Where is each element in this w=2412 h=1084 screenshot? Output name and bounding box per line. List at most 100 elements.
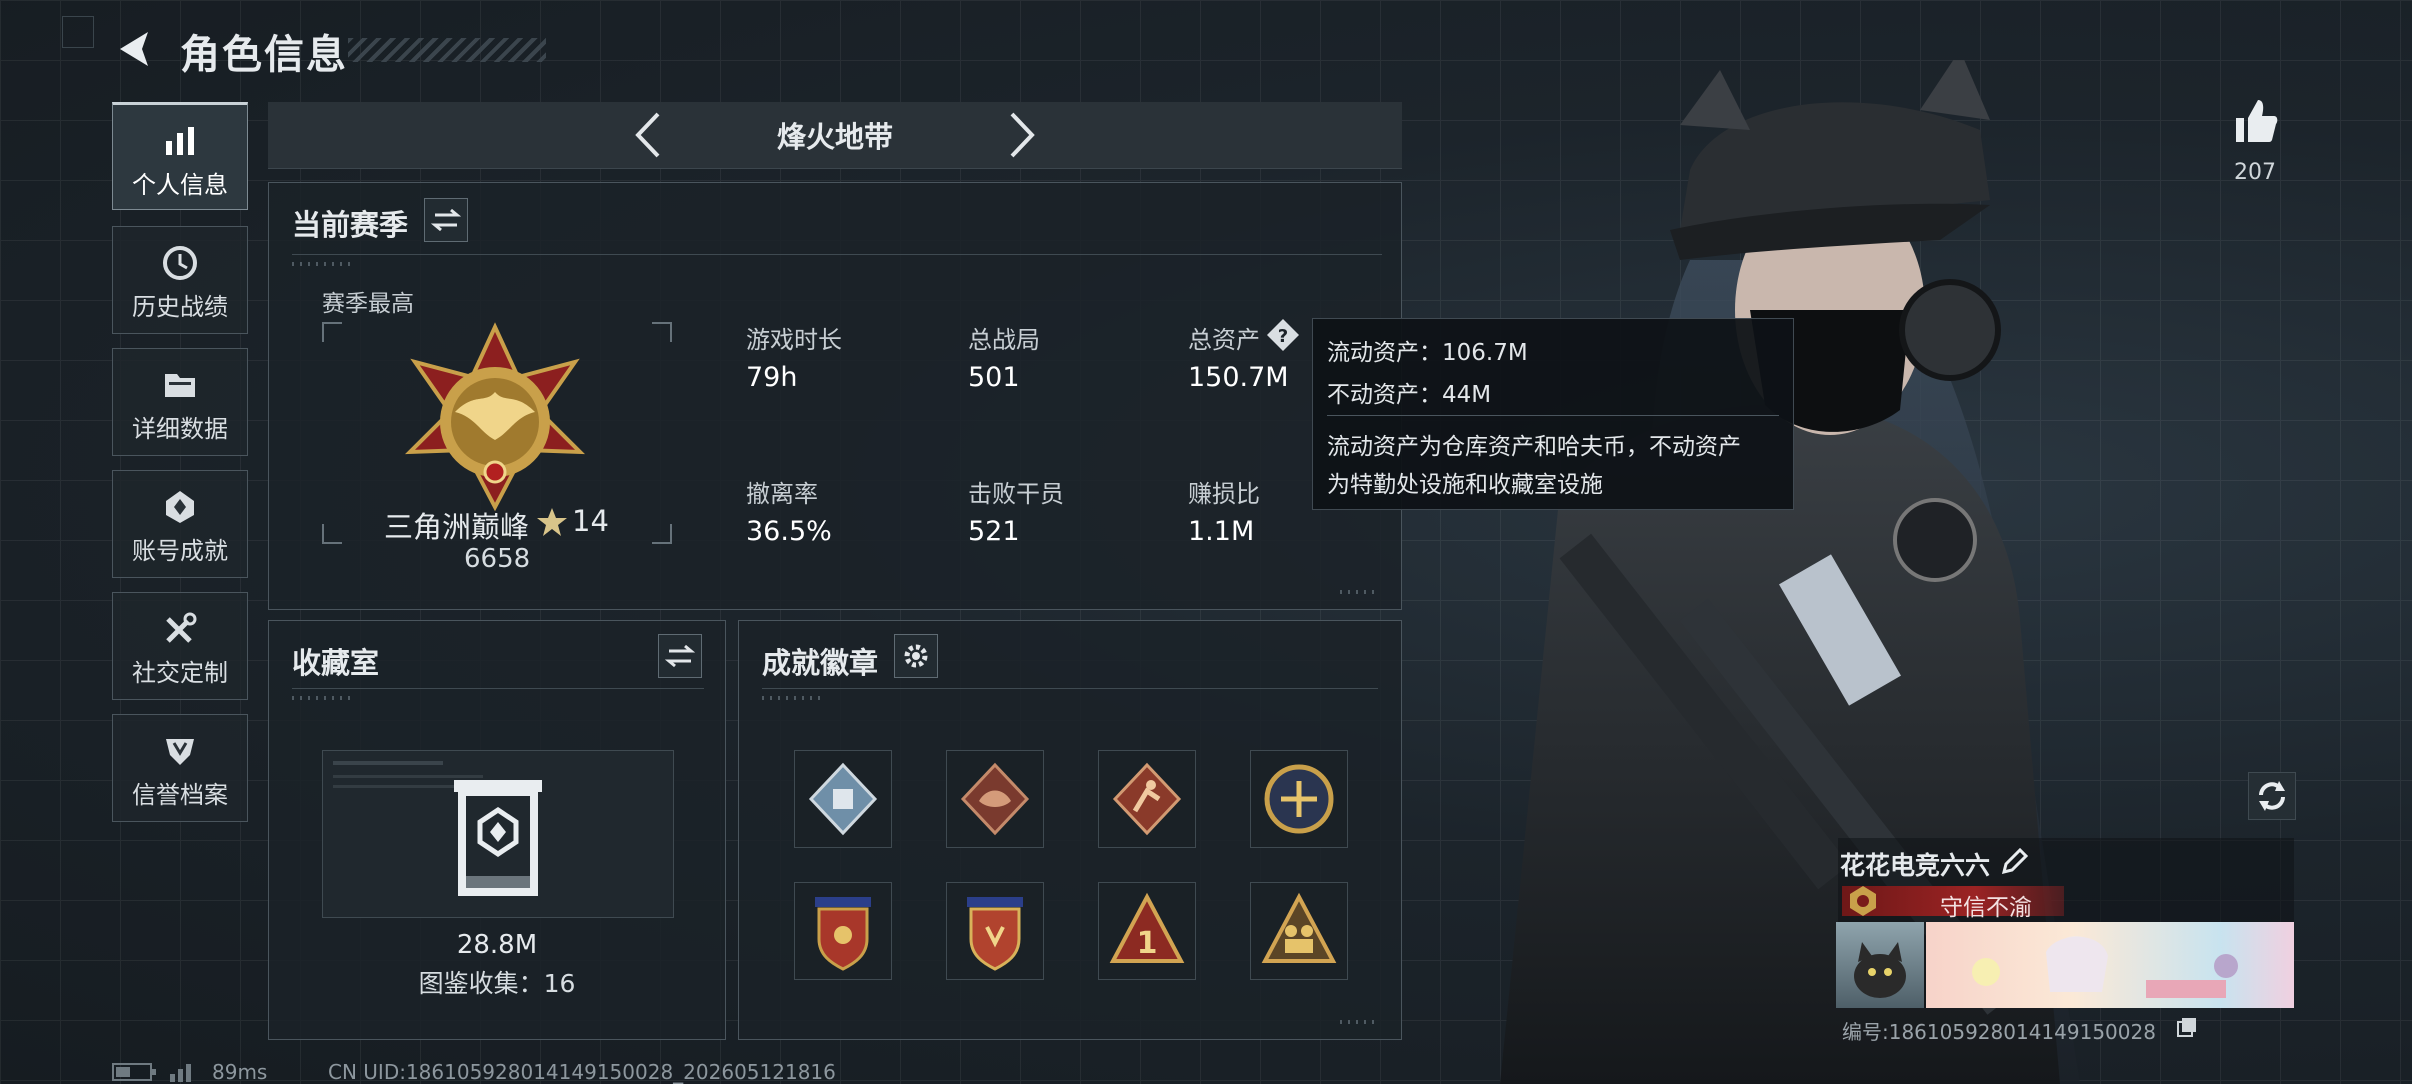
signal-icon <box>170 1064 191 1082</box>
gear-icon <box>904 644 928 668</box>
tooltip-liquid: 流动资产：106.7M <box>1327 340 1528 366</box>
divider <box>292 688 704 689</box>
rank-score: 6658 <box>464 544 531 574</box>
player-banner[interactable] <box>1926 922 2294 1008</box>
sidebar-item-label: 信誉档案 <box>132 781 228 809</box>
stat-value: 501 <box>968 362 1020 393</box>
stat-value: 150.7M <box>1188 362 1289 393</box>
player-id: 编号:1861059280141491500​28 <box>1842 1020 2156 1044</box>
player-avatar[interactable] <box>1836 922 1924 1008</box>
stat-label: 总战局 <box>968 326 1040 354</box>
sidebar-item-detail-data[interactable]: 详细数据 <box>112 348 248 456</box>
rank-name: 三角洲巅峰 <box>384 510 530 544</box>
achievement-badge[interactable] <box>1250 882 1348 980</box>
sidebar-item-history[interactable]: 历史战绩 <box>112 226 248 334</box>
badge-diamond-icon <box>808 762 878 836</box>
badge-number-one-icon: 1 <box>1109 892 1185 963</box>
stat-label: 游戏时长 <box>746 326 842 354</box>
stat-value: 521 <box>968 516 1020 547</box>
folder-icon <box>165 374 195 397</box>
divider <box>292 254 1382 255</box>
help-question-icon[interactable]: ? <box>1266 318 1300 352</box>
badge-shield-red-icon <box>815 897 871 971</box>
badge-crest-gold-icon <box>1264 764 1334 834</box>
dots-decoration <box>292 262 352 266</box>
player-name: 花花电竞六六 <box>1840 851 1991 880</box>
badge-squad-icon <box>1261 892 1337 963</box>
sidebar-item-personal-info[interactable]: 个人信息 <box>112 102 248 210</box>
title-decoration <box>348 38 546 62</box>
collection-vault-icon <box>454 780 542 896</box>
tooltip-description-line: 为特勤处设施和收藏室设施 <box>1327 472 1603 498</box>
sidebar-item-label: 账号成就 <box>132 537 228 565</box>
badge-shield-gold-icon <box>967 897 1023 971</box>
like-thumb-icon[interactable] <box>2230 96 2280 146</box>
cat-avatar-icon <box>1854 942 1906 998</box>
rotate-icon <box>2259 781 2285 811</box>
bar-chart-icon <box>166 127 194 155</box>
rank-stars: 14 <box>572 504 609 538</box>
collection-catalog: 图鉴收集：16 <box>418 969 576 998</box>
next-map-arrow-icon[interactable] <box>1004 110 1040 160</box>
history-clock-icon <box>163 246 197 280</box>
dots-decoration <box>762 696 822 700</box>
collection-value: 28.8M <box>456 930 538 960</box>
rotate-view-button[interactable] <box>2248 772 2296 820</box>
corner-decoration <box>62 16 94 48</box>
divider <box>1327 415 1779 416</box>
svg-text:1: 1 <box>1137 926 1158 961</box>
uid-text: CN UID:18610592801414915002​8_2026051218… <box>328 1060 836 1084</box>
season-switch-button[interactable] <box>424 198 468 242</box>
achievement-badge[interactable] <box>946 750 1044 848</box>
tools-icon <box>166 612 197 643</box>
ping: 89ms <box>212 1060 268 1084</box>
like-count: 207 <box>2234 160 2276 185</box>
page-title: 角色信息 <box>180 32 348 78</box>
swap-icon <box>430 208 462 232</box>
battery-icon <box>112 1063 156 1081</box>
reputation-medal-icon <box>1850 886 1876 916</box>
sidebar-item-reputation[interactable]: 信誉档案 <box>112 714 248 822</box>
achievement-badge[interactable] <box>794 750 892 848</box>
stat-value: 79h <box>746 362 798 393</box>
map-name: 烽火地带 <box>776 120 893 154</box>
tooltip-description-line: 流动资产为仓库资产和哈夫币，不动资产 <box>1327 434 1741 460</box>
edit-pencil-icon[interactable] <box>2000 848 2028 876</box>
dots-decoration <box>1340 590 1380 594</box>
achievement-badge[interactable] <box>1250 750 1348 848</box>
stat-label: 赚损比 <box>1188 480 1260 508</box>
dots-decoration <box>292 696 352 700</box>
rank-emblem-icon <box>404 322 586 512</box>
anime-banner-art <box>1972 936 2238 998</box>
badge-runner-icon <box>1112 762 1182 836</box>
sidebar-item-achievements[interactable]: 账号成就 <box>112 470 248 578</box>
svg-text:?: ? <box>1278 326 1288 347</box>
asset-tooltip: 流动资产：106.7M 不动资产：44M 流动资产为仓库资产和哈夫币，不动资产 … <box>1312 318 1794 510</box>
collection-title: 收藏室 <box>292 646 380 680</box>
badges-settings-button[interactable] <box>894 634 938 678</box>
back-arrow-icon[interactable] <box>112 26 158 72</box>
sidebar-item-social[interactable]: 社交定制 <box>112 592 248 700</box>
player-tag: 守信不渝 <box>1940 895 2032 921</box>
achievement-icon <box>166 491 194 523</box>
season-title: 当前赛季 <box>292 208 409 242</box>
dots-decoration <box>1340 1020 1380 1024</box>
tooltip-fixed: 不动资产：44M <box>1327 382 1492 408</box>
swap-icon <box>664 644 696 668</box>
achievement-badge[interactable] <box>794 882 892 980</box>
achievement-badge[interactable]: 1 <box>1098 882 1196 980</box>
season-best-label: 赛季最高 <box>322 291 414 317</box>
stat-value: 36.5% <box>746 516 832 547</box>
badge-dragon-icon <box>960 762 1030 836</box>
stat-label: 撤离率 <box>746 480 818 508</box>
sidebar-item-label: 社交定制 <box>132 659 228 687</box>
collection-switch-button[interactable] <box>658 634 702 678</box>
stat-label: 击败干员 <box>968 480 1064 508</box>
stat-value: 1.1M <box>1188 516 1255 547</box>
sidebar-item-label: 个人信息 <box>132 171 228 199</box>
copy-icon[interactable] <box>2176 1016 2198 1038</box>
achievement-badge[interactable] <box>1098 750 1196 848</box>
divider <box>762 688 1378 689</box>
sidebar-item-label: 历史战绩 <box>132 293 228 321</box>
achievement-badge[interactable] <box>946 882 1044 980</box>
